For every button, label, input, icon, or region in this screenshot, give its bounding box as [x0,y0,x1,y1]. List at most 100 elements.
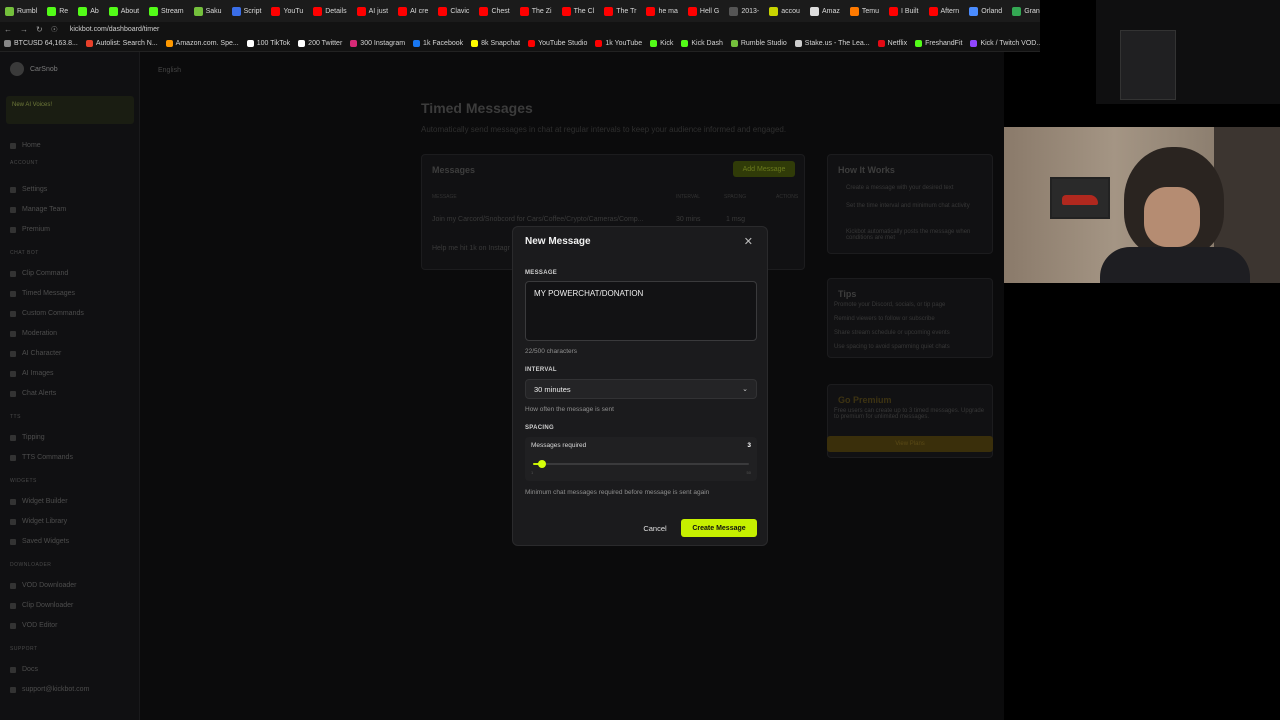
sidebar-item[interactable]: Timed Messages [10,290,75,297]
sidebar-item[interactable]: Home [10,142,41,149]
bookmark-item[interactable]: 8k Snapchat [467,40,524,47]
bookmark-item[interactable]: 1k Facebook [409,40,467,47]
tab-label: I Built [900,7,919,15]
bookmark-item[interactable]: Autolist: Search N... [82,40,162,47]
sidebar-item[interactable]: support@kickbot.com [10,686,89,693]
sidebar-item[interactable]: Moderation [10,330,57,337]
bookmark-item[interactable]: 1k YouTube [591,40,646,47]
tab-label: The Cl [573,7,595,15]
browser-tab[interactable]: he ma [641,0,682,22]
browser-tab[interactable]: Saku [189,0,227,22]
browser-tab[interactable]: About [104,0,144,22]
sidebar-item[interactable]: Manage Team [10,206,66,213]
browser-tab[interactable]: Aftern [924,0,965,22]
forward-icon[interactable]: → [16,25,32,34]
message-label: MESSAGE [525,270,558,276]
browser-tab[interactable]: Chest [474,0,514,22]
tab-favicon-icon [78,6,88,16]
browser-tab[interactable]: The Zi [515,0,557,22]
sidebar-item[interactable]: Widget Builder [10,498,68,505]
browser-tab[interactable]: Orland [964,0,1007,22]
add-message-button[interactable]: Add Message [733,161,795,177]
browser-tab[interactable]: AI cre [393,0,433,22]
sidebar-item[interactable]: Clip Downloader [10,602,73,609]
browser-tab[interactable]: Grand [1007,0,1040,22]
browser-tab[interactable]: I Built [884,0,924,22]
browser-tab[interactable]: YouTu [266,0,308,22]
sidebar-item-label: Widget Builder [22,498,68,505]
browser-tab[interactable]: Amaz [805,0,845,22]
browser-tab[interactable]: accou [764,0,805,22]
sidebar-item[interactable]: Premium [10,226,50,233]
user-profile[interactable]: CarSnob [10,62,58,76]
language-selector[interactable]: English [158,67,181,74]
bookmark-item[interactable]: Kick Dash [677,40,727,47]
spacing-slider[interactable] [533,460,749,468]
browser-tab[interactable]: Details [308,0,351,22]
browser-tab[interactable]: Temu [845,0,884,22]
bookmark-item[interactable]: Netflix [874,40,911,47]
browser-tab[interactable]: Stream [144,0,189,22]
sidebar-item[interactable]: Docs [10,666,38,673]
bookmark-favicon-icon [471,40,479,47]
tab-label: Re [59,7,69,15]
bookmark-item[interactable]: BTCUSD 64,163.8... [0,40,82,47]
bookmark-item[interactable]: 100 TikTok [243,40,294,47]
site-info-icon[interactable]: ☉ [47,25,62,34]
url-text[interactable]: kickbot.com/dashboard/timer [70,26,159,33]
sidebar-item[interactable]: Tipping [10,434,45,441]
bookmark-item[interactable]: Stake.us - The Lea... [791,40,874,47]
bookmark-item[interactable]: 300 Instagram [346,40,409,47]
tab-favicon-icon [604,6,614,16]
bookmark-item[interactable]: Rumble Studio [727,40,791,47]
bookmark-item[interactable]: YouTube Studio [524,40,591,47]
browser-tab[interactable]: The Tr [599,0,641,22]
browser-tab[interactable]: Rumbl [0,0,42,22]
close-icon[interactable]: ✕ [744,235,753,248]
sidebar-item[interactable]: VOD Downloader [10,582,76,589]
browser-tab[interactable]: The Cl [557,0,600,22]
bookmark-item[interactable]: Kick / Twitch VOD... [966,40,1040,47]
interval-select[interactable]: 30 minutes ⌄ [525,379,757,399]
sidebar-item[interactable]: Custom Commands [10,310,84,317]
bookmark-item[interactable]: FreshandFit [911,40,966,47]
browser-tab[interactable]: Script [227,0,267,22]
sidebar-item-label: Clip Command [22,270,69,277]
browser-tab[interactable]: Ab [73,0,104,22]
sidebar-item[interactable]: AI Character [10,350,61,357]
col-header-message: MESSAGE [432,194,457,200]
cancel-button[interactable]: Cancel [638,520,672,536]
sidebar-item[interactable]: AI Images [10,370,54,377]
browser-tab[interactable]: Hell G [683,0,724,22]
tab-label: The Tr [616,7,637,15]
browser-tab[interactable]: AI just [352,0,393,22]
chevron-down-icon: ⌄ [742,386,748,393]
promo-banner[interactable]: New AI Voices! [6,96,134,124]
sidebar-item[interactable]: TTS Commands [10,454,73,461]
sidebar-item[interactable]: Widget Library [10,518,67,525]
sidebar-item[interactable]: Clip Command [10,270,68,277]
message-input[interactable] [525,281,757,341]
sidebar-item-label: Manage Team [22,206,67,213]
browser-tab[interactable]: Clavic [433,0,474,22]
back-icon[interactable]: ← [0,25,16,34]
slider-thumb[interactable] [537,460,546,468]
bookmark-favicon-icon [298,40,306,47]
sidebar-item[interactable]: Chat Alerts [10,390,56,397]
view-plans-button[interactable]: View Plans [827,436,993,452]
address-bar[interactable]: ← → ↻ ☉ kickbot.com/dashboard/timer [0,22,1040,36]
reload-icon[interactable]: ↻ [32,25,47,34]
sidebar-item[interactable]: Settings [10,186,47,193]
bookmark-label: 200 Twitter [308,40,343,47]
bookmark-item[interactable]: 200 Twitter [294,40,346,47]
browser-tab[interactable]: 2013- [724,0,764,22]
browser-tab[interactable]: Re [42,0,73,22]
bookmark-item[interactable]: Amazon.com. Spe... [162,40,243,47]
create-message-button[interactable]: Create Message [681,519,757,537]
bookmark-item[interactable]: Kick [646,40,677,47]
sidebar-item[interactable]: VOD Editor [10,622,57,629]
premium-heading: Go Premium [838,395,892,405]
table-row-message: Help me hit 1k on Instagr [432,245,510,252]
sidebar-item[interactable]: Saved Widgets [10,538,69,545]
sidebar-section-label: TTS [10,414,21,420]
